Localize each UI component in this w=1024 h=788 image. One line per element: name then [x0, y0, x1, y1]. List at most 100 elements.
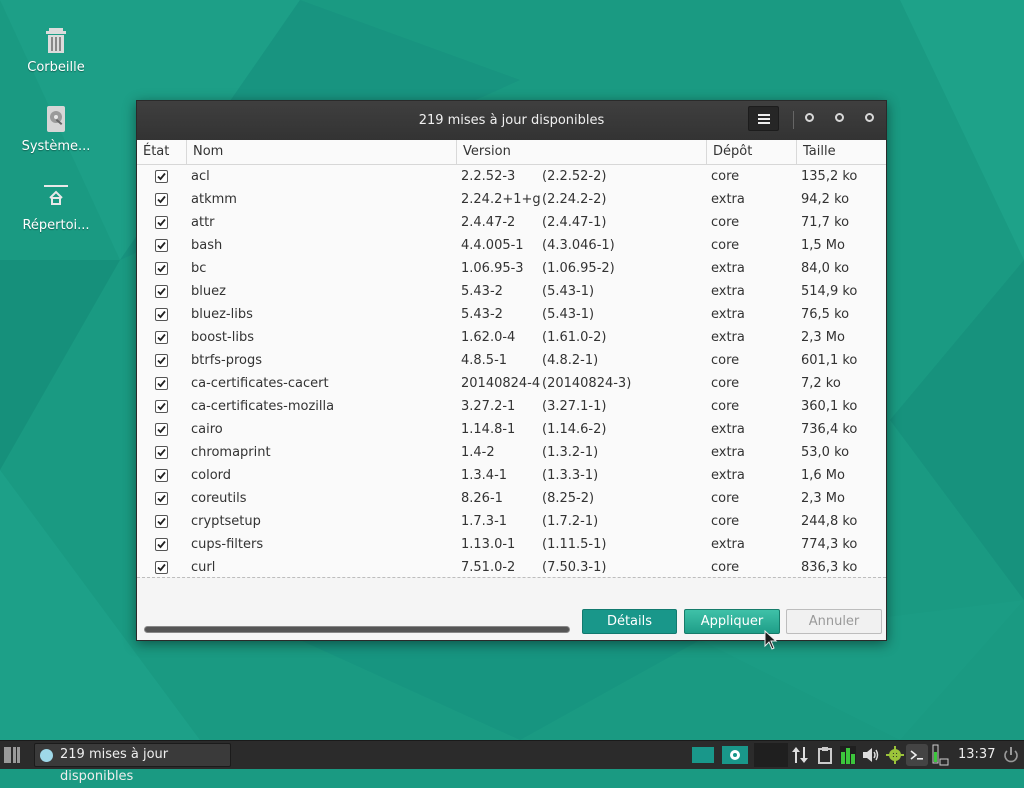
- package-name: bluez-libs: [191, 307, 253, 322]
- package-size: 514,9 ko: [801, 284, 858, 299]
- table-row[interactable]: ca-certificates-mozilla 3.27.2-1 (3.27.1-1…: [137, 395, 886, 418]
- row-checkbox[interactable]: [155, 262, 168, 275]
- trash-icon: [46, 28, 66, 53]
- package-size: 53,0 ko: [801, 445, 850, 460]
- column-header-repo[interactable]: Dépôt: [707, 140, 797, 164]
- package-repo: core: [711, 514, 740, 529]
- package-old-version: (4.3.046-1): [542, 238, 615, 253]
- maximize-button[interactable]: [835, 113, 844, 122]
- minimize-button[interactable]: [805, 113, 814, 122]
- package-repo: extra: [711, 261, 745, 276]
- volume-icon[interactable]: [862, 746, 880, 764]
- taskbar-window-button[interactable]: 219 mises à jour disponibles: [34, 743, 231, 784]
- package-new-version: 8.26-1: [461, 491, 503, 506]
- settings-gear-icon[interactable]: [886, 746, 904, 764]
- table-header: État Nom Version Dépôt Taille: [137, 140, 886, 165]
- power-icon[interactable]: [1003, 746, 1019, 764]
- package-old-version: (1.11.5-1): [542, 537, 607, 552]
- table-row[interactable]: cryptsetup 1.7.3-1 (1.7.2-1) core 244,8 ko: [137, 510, 886, 533]
- network-transfer-icon[interactable]: [792, 746, 808, 764]
- table-row[interactable]: bc 1.06.95-3 (1.06.95-2) extra 84,0 ko: [137, 257, 886, 280]
- table-row[interactable]: coreutils 8.26-1 (8.25-2) core 2,3 Mo: [137, 487, 886, 510]
- row-checkbox[interactable]: [155, 170, 168, 183]
- table-row[interactable]: ca-certificates-cacert 20140824-4 (2014082…: [137, 372, 886, 395]
- row-checkbox[interactable]: [155, 492, 168, 505]
- package-size: 84,0 ko: [801, 261, 850, 276]
- column-header-state[interactable]: État: [137, 140, 187, 164]
- package-new-version: 1.13.0-1: [461, 537, 516, 552]
- title-bar[interactable]: 219 mises à jour disponibles: [137, 101, 886, 140]
- row-checkbox[interactable]: [155, 239, 168, 252]
- row-checkbox[interactable]: [155, 446, 168, 459]
- table-row[interactable]: curl 7.51.0-2 (7.50.3-1) core 836,3 ko: [137, 556, 886, 577]
- update-notifier-icon[interactable]: [722, 746, 748, 764]
- package-size: 94,2 ko: [801, 192, 850, 207]
- desktop-icon-home[interactable]: Répertoi...: [8, 182, 104, 233]
- package-old-version: (1.7.2-1): [542, 514, 599, 529]
- package-repo: extra: [711, 537, 745, 552]
- row-checkbox[interactable]: [155, 308, 168, 321]
- column-header-size[interactable]: Taille: [797, 140, 886, 164]
- row-checkbox[interactable]: [155, 561, 168, 574]
- checkmark-icon: [157, 563, 166, 572]
- checkmark-icon: [157, 471, 166, 480]
- cancel-button[interactable]: Annuler: [786, 609, 882, 634]
- workspace-pager[interactable]: [754, 743, 788, 767]
- column-header-name[interactable]: Nom: [187, 140, 457, 164]
- package-old-version: (4.8.2-1): [542, 353, 599, 368]
- package-name: cryptsetup: [191, 514, 261, 529]
- table-row[interactable]: boost-libs 1.62.0-4 (1.61.0-2) extra 2,3 Mo: [137, 326, 886, 349]
- table-row[interactable]: bash 4.4.005-1 (4.3.046-1) core 1,5 Mo: [137, 234, 886, 257]
- horizontal-scrollbar[interactable]: [144, 626, 570, 633]
- updates-window: 219 mises à jour disponibles État Nom Ve…: [136, 100, 887, 641]
- table-row[interactable]: attr 2.4.47-2 (2.4.47-1) core 71,7 ko: [137, 211, 886, 234]
- hamburger-menu-icon: [757, 113, 770, 124]
- row-checkbox[interactable]: [155, 354, 168, 367]
- row-checkbox[interactable]: [155, 469, 168, 482]
- row-checkbox[interactable]: [155, 285, 168, 298]
- table-row[interactable]: btrfs-progs 4.8.5-1 (4.8.2-1) core 601,1 ko: [137, 349, 886, 372]
- package-size: 1,5 Mo: [801, 238, 845, 253]
- start-menu-icon[interactable]: [4, 747, 20, 763]
- table-row[interactable]: acl 2.2.52-3 (2.2.52-2) core 135,2 ko: [137, 165, 886, 188]
- package-old-version: (1.3.3-1): [542, 468, 599, 483]
- clipboard-icon[interactable]: [817, 746, 833, 764]
- table-row[interactable]: cairo 1.14.8-1 (1.14.6-2) extra 736,4 ko: [137, 418, 886, 441]
- row-checkbox[interactable]: [155, 193, 168, 206]
- package-name: acl: [191, 169, 210, 184]
- row-checkbox[interactable]: [155, 377, 168, 390]
- row-checkbox[interactable]: [155, 538, 168, 551]
- table-row[interactable]: colord 1.3.4-1 (1.3.3-1) extra 1,6 Mo: [137, 464, 886, 487]
- desktop-icon-trash[interactable]: Corbeille: [8, 24, 104, 75]
- table-row[interactable]: bluez 5.43-2 (5.43-1) extra 514,9 ko: [137, 280, 886, 303]
- battery-icon[interactable]: [931, 744, 949, 766]
- updates-table-body[interactable]: acl 2.2.52-3 (2.2.52-2) core 135,2 ko atkmm 2.…: [137, 165, 886, 577]
- package-old-version: (3.27.1-1): [542, 399, 607, 414]
- package-name: cairo: [191, 422, 223, 437]
- package-name: boost-libs: [191, 330, 254, 345]
- window-switcher-icon[interactable]: [692, 746, 714, 764]
- package-old-version: (7.50.3-1): [542, 560, 607, 575]
- column-header-version[interactable]: Version: [457, 140, 707, 164]
- close-button[interactable]: [865, 113, 874, 122]
- table-row[interactable]: chromaprint 1.4-2 (1.3.2-1) extra 53,0 ko: [137, 441, 886, 464]
- details-button[interactable]: Détails: [582, 609, 677, 634]
- row-checkbox[interactable]: [155, 331, 168, 344]
- checkmark-icon: [157, 172, 166, 181]
- desktop-icon-system[interactable]: Système...: [8, 103, 104, 154]
- system-disk-icon: [47, 106, 65, 132]
- checkmark-icon: [157, 402, 166, 411]
- table-row[interactable]: atkmm 2.24.2+1+gf: (2.24.2-2) extra 94,2 ko: [137, 188, 886, 211]
- row-checkbox[interactable]: [155, 423, 168, 436]
- package-new-version: 4.4.005-1: [461, 238, 524, 253]
- cpu-monitor-icon[interactable]: [840, 746, 856, 764]
- checkmark-icon: [157, 517, 166, 526]
- row-checkbox[interactable]: [155, 515, 168, 528]
- terminal-icon[interactable]: [906, 744, 928, 766]
- hamburger-menu-button[interactable]: [748, 106, 779, 131]
- table-row[interactable]: cups-filters 1.13.0-1 (1.11.5-1) extra 774,3…: [137, 533, 886, 556]
- row-checkbox[interactable]: [155, 400, 168, 413]
- table-row[interactable]: bluez-libs 5.43-2 (5.43-1) extra 76,5 ko: [137, 303, 886, 326]
- row-checkbox[interactable]: [155, 216, 168, 229]
- clock[interactable]: 13:37: [958, 741, 995, 769]
